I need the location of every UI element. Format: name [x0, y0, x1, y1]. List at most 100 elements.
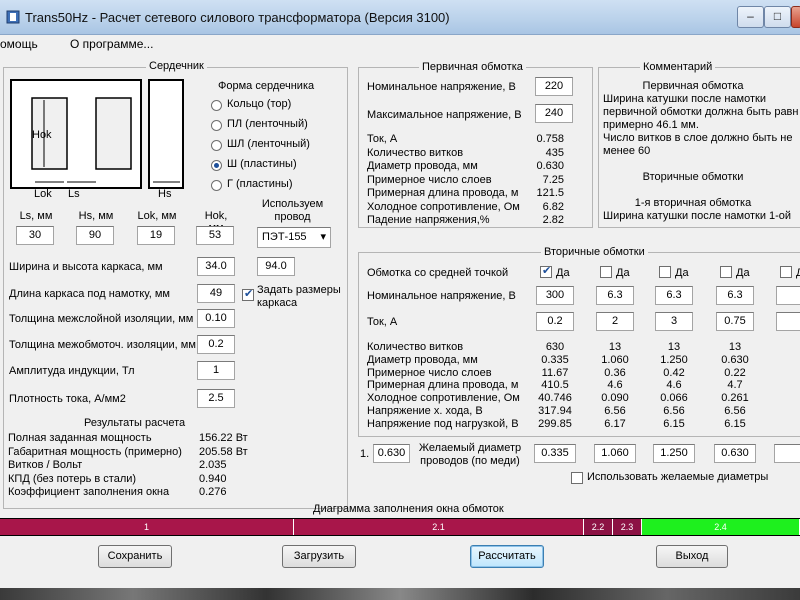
param-input[interactable]: 49: [197, 284, 235, 303]
primary-desired-input[interactable]: 0.630: [373, 444, 410, 463]
secondary-value: 0.630: [721, 353, 749, 366]
fill-segment: 2.3: [613, 519, 642, 535]
param-label: Плотность тока, А/мм2: [9, 393, 126, 405]
secondary-current-input[interactable]: 0.2: [536, 312, 574, 331]
primary-row-label: Количество витков: [367, 146, 464, 159]
secondary-voltage-input[interactable]: 6.3: [596, 286, 634, 305]
param-input[interactable]: 0.2: [197, 335, 235, 354]
dimension-input[interactable]: 30: [16, 226, 54, 245]
load-button[interactable]: Загрузить: [282, 545, 356, 568]
lok-label: Lok: [34, 188, 52, 200]
secondary-voltage-input[interactable]: 6.3: [716, 286, 754, 305]
secondary-value: 0.090: [601, 392, 629, 405]
shape-radio[interactable]: [211, 180, 222, 191]
secondary-desired-input[interactable]: [774, 444, 800, 463]
primary-nominal-label: Номинальное напряжение, В: [367, 81, 516, 93]
secondary-value: 6.56: [724, 405, 746, 417]
param-input[interactable]: 2.5: [197, 389, 235, 408]
secondary-voltage-input[interactable]: 300: [536, 286, 574, 305]
center-tap-checkbox[interactable]: [780, 266, 792, 278]
secondary-current-input[interactable]: [776, 312, 800, 331]
secondary-voltage-input[interactable]: [776, 286, 800, 305]
center-tap-label-yes: Да: [556, 267, 570, 279]
center-tap-label: Обмотка со средней точкой: [367, 267, 509, 279]
secondary-value: 40.746: [538, 392, 572, 405]
center-tap-label-yes: Да: [736, 267, 750, 279]
shape-radio[interactable]: [211, 140, 222, 151]
primary-row-label: Диаметр провода, мм: [367, 160, 478, 172]
fill-segment: 2.1: [294, 519, 584, 535]
param-input[interactable]: 34.0: [197, 257, 235, 276]
close-button[interactable]: [791, 6, 800, 28]
set-frame-checkbox[interactable]: [242, 287, 254, 301]
ls-label: Ls: [68, 188, 80, 200]
result-value: 2.035: [199, 459, 227, 471]
param-label: Толщина межслойной изоляции, мм: [9, 313, 194, 325]
secondary-value: 0.22: [724, 366, 746, 379]
maximize-button[interactable]: □: [764, 6, 791, 28]
fill-segment: 2.2: [584, 519, 613, 535]
save-button[interactable]: Сохранить: [98, 545, 172, 568]
exit-button[interactable]: Выход: [656, 545, 728, 568]
desktop-background-strip: [0, 588, 800, 600]
param-label: Толщина межобмоточ. изоляции, мм: [9, 339, 196, 351]
calculate-button[interactable]: Рассчитать: [470, 545, 544, 568]
secondary-value: 13: [728, 341, 742, 353]
secondary-current-input[interactable]: 0.75: [716, 312, 754, 331]
secondary-desired-input[interactable]: 0.335: [534, 444, 576, 463]
set-frame-label: Задать размеры каркаса: [257, 284, 341, 309]
use-desired-checkbox[interactable]: [571, 472, 583, 484]
primary-row-value: 0.630: [536, 160, 564, 172]
secondary-row-label: Диаметр провода, мм: [367, 353, 478, 366]
comment-title: Комментарий: [640, 61, 716, 73]
primary-row-value: 2.82: [542, 214, 564, 226]
secondary-current-input[interactable]: 3: [655, 312, 693, 331]
primary-max-input[interactable]: 240: [535, 104, 573, 123]
wire-select[interactable]: ПЭТ-155 ▾: [257, 227, 331, 248]
secondary-value: 13: [667, 341, 681, 353]
secondary-value: 6.56: [663, 405, 685, 417]
primary-nominal-input[interactable]: 220: [535, 77, 573, 96]
secondary-row-label: Количество витков: [367, 341, 464, 353]
secondary-voltage-input[interactable]: 6.3: [655, 286, 693, 305]
param-input[interactable]: 1: [197, 361, 235, 380]
center-tap-checkbox[interactable]: [540, 264, 552, 278]
secondary-desired-input[interactable]: 1.250: [653, 444, 695, 463]
shape-radio[interactable]: [211, 120, 222, 131]
param-input[interactable]: 0.10: [197, 309, 235, 328]
secondary-row-label: Холодное сопротивление, Ом: [367, 392, 520, 405]
secondary-row-label: Напряжение под нагрузкой, В: [367, 417, 519, 430]
menu-about[interactable]: О программе...: [70, 37, 153, 51]
secondary-value: 299.85: [538, 417, 572, 430]
secondary-value: 410.5: [541, 379, 569, 392]
secondary-desired-input[interactable]: 0.630: [714, 444, 756, 463]
primary-row-label: Примерное число слоев: [367, 173, 492, 186]
fill-segment: 1: [0, 519, 294, 535]
comment-line: первичной обмотки должна быть равн: [603, 106, 799, 118]
secondary-desired-input[interactable]: 1.060: [594, 444, 636, 463]
result-label: Габаритная мощность (примерно): [8, 445, 182, 458]
secondary-current-input[interactable]: 2: [596, 312, 634, 331]
result-value: 205.58 Вт: [199, 445, 248, 458]
shape-radio[interactable]: [211, 100, 222, 111]
dimension-input[interactable]: 19: [137, 226, 175, 245]
hok-label: Hok: [32, 129, 52, 141]
center-tap-checkbox[interactable]: [659, 266, 671, 278]
dimension-input[interactable]: 90: [76, 226, 114, 245]
frame-height-input[interactable]: 94.0: [257, 257, 295, 276]
center-tap-checkbox[interactable]: [600, 266, 612, 278]
primary-row-label: Холодное сопротивление, Ом: [367, 200, 520, 213]
minimize-button[interactable]: –: [737, 6, 764, 28]
dimension-label: Ls, мм: [19, 210, 53, 222]
primary-row-label: Ток, А: [367, 133, 398, 145]
secondary-row-label: Примерная длина провода, м: [367, 379, 519, 392]
menu-help[interactable]: омощь: [0, 37, 38, 51]
shape-radio[interactable]: [211, 160, 222, 171]
primary-row-value: 7.25: [542, 173, 564, 186]
center-tap-checkbox[interactable]: [720, 266, 732, 278]
param-label: Длина каркаса под намотку, мм: [9, 288, 170, 300]
dimension-input[interactable]: 53: [196, 226, 234, 245]
secondary-value: 6.56: [604, 405, 626, 417]
desired-diameter-label: Желаемый диаметр проводов (по меди): [418, 442, 522, 467]
secondary-value: 4.7: [727, 379, 743, 392]
